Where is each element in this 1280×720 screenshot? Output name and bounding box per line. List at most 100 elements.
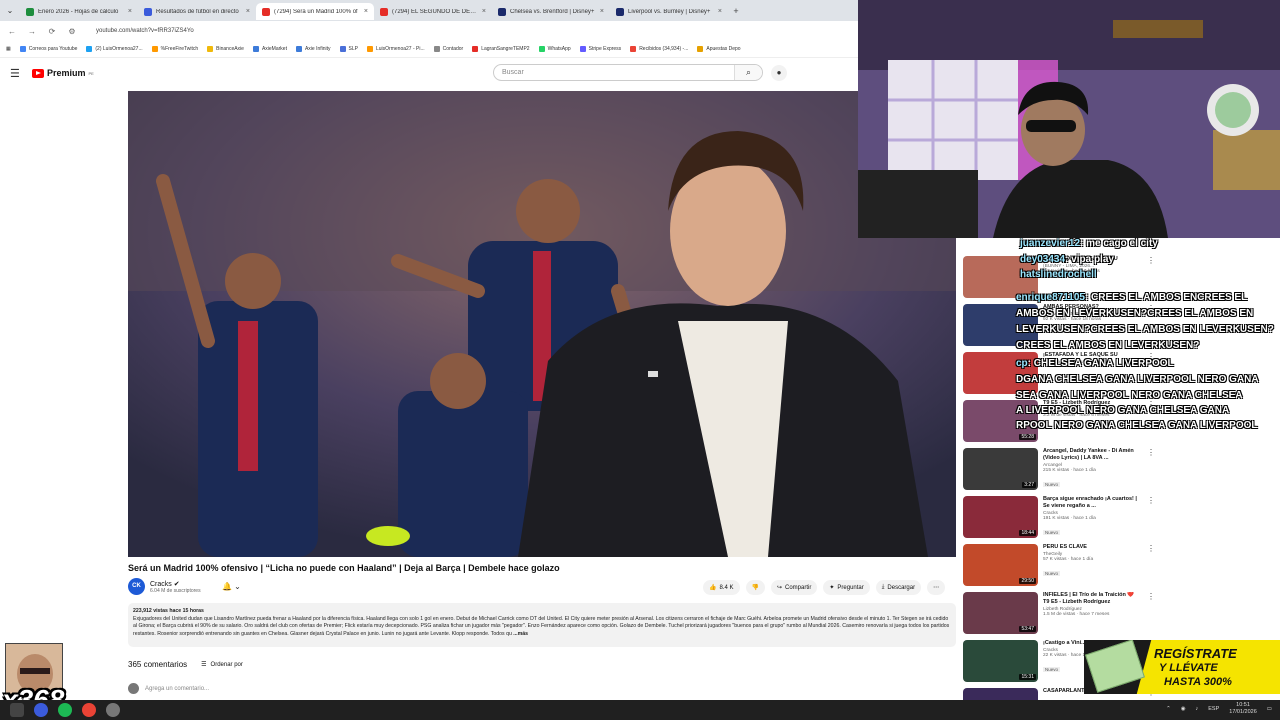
spotify-icon[interactable] bbox=[58, 703, 72, 717]
more-actions-button[interactable]: ⋯ bbox=[927, 580, 946, 595]
bookmark-item[interactable]: Contador bbox=[433, 46, 463, 52]
search-input[interactable]: Buscar ⌕ bbox=[493, 64, 763, 81]
bookmark-item[interactable]: %FreeFireTwitch bbox=[151, 46, 199, 52]
tab-close-icon[interactable]: × bbox=[364, 8, 368, 15]
bookmark-item[interactable]: LuisOrmenoa27 - Pi... bbox=[367, 46, 425, 52]
recommended-title[interactable]: Barça sigue enrachado ¡A cuartos! | Se v… bbox=[1043, 496, 1138, 510]
youtube-logo[interactable]: Premium PE bbox=[32, 68, 94, 78]
browser-tab[interactable]: (7294) EL SEGUNDO DE DEMBÉLÉ × bbox=[374, 3, 492, 20]
reload-icon[interactable]: ⟳ bbox=[46, 27, 58, 36]
chat-text: CREES EL AMBOS EN LEVERKUSEN? bbox=[1016, 340, 1200, 351]
recommended-video[interactable]: 18:44 Barça sigue enrachado ¡A cuartos! … bbox=[963, 496, 1273, 540]
video-thumbnail[interactable]: 18:44 bbox=[963, 496, 1038, 538]
browser-tab[interactable]: Resultados de fútbol en directo × bbox=[138, 3, 256, 20]
chat-message: RPOOL NERO GANA CHELSEA GANA LIVERPOOL bbox=[1016, 420, 1258, 431]
app-icon[interactable] bbox=[106, 703, 120, 717]
back-icon[interactable]: ← bbox=[6, 27, 18, 36]
bookmark-item[interactable]: BinanceAxie bbox=[207, 46, 244, 52]
chrome-icon[interactable] bbox=[82, 703, 96, 717]
views-and-date: 223,912 vistas hace 15 horas bbox=[133, 608, 204, 614]
bookmark-item[interactable]: Correos para Youtube bbox=[19, 46, 78, 52]
notifications-icon[interactable]: ▭ bbox=[1267, 706, 1272, 712]
show-more-link[interactable]: ...más bbox=[513, 631, 528, 637]
sort-label: Ordenar por bbox=[210, 661, 243, 668]
video-actions: 👍 8.4 K 👎 ↪ Compartir ✦ Preguntar ⤓ Descarga… bbox=[703, 580, 946, 595]
video-description[interactable]: 223,912 vistas hace 15 horas Exjugadores… bbox=[128, 603, 956, 647]
more-options-icon[interactable]: ⋮ bbox=[1147, 496, 1155, 540]
tab-close-icon[interactable]: × bbox=[246, 8, 250, 15]
bookmark-item[interactable]: LagranSangreTEMP2 bbox=[472, 46, 530, 52]
tab-favicon-icon bbox=[26, 7, 34, 16]
video-thumbnail[interactable]: 15:31 bbox=[963, 640, 1038, 682]
recommended-title[interactable]: PERÚ ES CLAVE bbox=[1043, 544, 1138, 551]
video-player[interactable] bbox=[128, 91, 956, 557]
share-button[interactable]: ↪ Compartir bbox=[770, 580, 818, 595]
sort-comments-button[interactable]: ☰ Ordenar por bbox=[201, 661, 243, 669]
apps-icon[interactable]: ▦ bbox=[6, 46, 11, 52]
browser-tab[interactable]: Enero 2026 - Hojas de cálculo × bbox=[20, 3, 138, 20]
obs-icon[interactable] bbox=[34, 703, 48, 717]
bookmark-favicon-icon bbox=[339, 46, 346, 52]
video-thumbnail[interactable] bbox=[963, 688, 1038, 700]
clock[interactable]: 10:51 17/01/2026 bbox=[1229, 702, 1257, 716]
more-options-icon[interactable]: ⋮ bbox=[1147, 544, 1155, 588]
site-info-icon[interactable]: ⚙ bbox=[66, 27, 78, 36]
browser-tab[interactable]: Liverpool vs. Burnley | Disney+ × bbox=[610, 3, 728, 20]
download-button[interactable]: ⤓ Descargar bbox=[875, 580, 922, 595]
sparkle-icon: ✦ bbox=[829, 585, 835, 591]
network-icon[interactable]: ◉ bbox=[1181, 706, 1186, 712]
forward-icon[interactable]: → bbox=[26, 27, 38, 36]
channel-info[interactable]: CK Cracks ✔ 6.04 M de suscriptores bbox=[128, 578, 201, 595]
recommended-title[interactable]: Arcangel, Daddy Yankee - Di Amén (Video … bbox=[1043, 448, 1138, 462]
volume-icon[interactable]: ♪ bbox=[1196, 706, 1199, 712]
channel-name-text: Cracks bbox=[150, 580, 172, 588]
like-button[interactable]: 👍 8.4 K bbox=[703, 580, 740, 595]
recommended-title[interactable]: INFIELES | El Trío de la Traición ❤️ T9 … bbox=[1043, 592, 1138, 606]
bookmark-item[interactable]: Recibidos (34,934) -... bbox=[630, 46, 688, 52]
promo-banner[interactable]: REGÍSTRATE Y LLÉVATE HASTA 300% bbox=[1084, 640, 1280, 694]
language-indicator[interactable]: ESP bbox=[1208, 706, 1219, 712]
new-badge: Nuevo bbox=[1043, 667, 1061, 672]
video-thumbnail[interactable]: 53:47 bbox=[963, 592, 1038, 634]
browser-tab[interactable]: (7294) Será un Madrid 100% of × bbox=[256, 3, 374, 20]
more-options-icon[interactable]: ⋮ bbox=[1147, 448, 1155, 492]
bookmark-item[interactable]: Apuestas Depo bbox=[697, 46, 741, 52]
new-tab-icon[interactable]: + bbox=[728, 6, 744, 16]
bookmark-favicon-icon bbox=[630, 46, 637, 52]
tray-chevron-icon[interactable]: ⌃ bbox=[1166, 706, 1171, 712]
tab-close-icon[interactable]: × bbox=[600, 8, 604, 15]
user-avatar bbox=[128, 683, 139, 694]
taskbar-app-icon[interactable] bbox=[10, 703, 24, 717]
tab-close-icon[interactable]: × bbox=[482, 8, 486, 15]
bookmark-favicon-icon bbox=[367, 46, 373, 52]
notifications-bell-icon[interactable]: 🔔 ⌄ bbox=[222, 582, 241, 591]
bookmark-item[interactable]: Stripe Express bbox=[579, 46, 621, 52]
bookmark-item[interactable]: AxieMarket bbox=[252, 46, 287, 52]
url-field[interactable]: youtube.com/watch?v=fRR37iZS4Yo bbox=[96, 28, 194, 34]
recommended-video[interactable]: 53:47 INFIELES | El Trío de la Traición … bbox=[963, 592, 1273, 636]
browser-tab[interactable]: Chelsea vs. Brentford | Disney+ × bbox=[492, 3, 610, 20]
video-thumbnail[interactable]: 3:27 bbox=[963, 448, 1038, 490]
bookmark-label: Correos para Youtube bbox=[28, 46, 78, 52]
bookmark-item[interactable]: (2) LuisOrmenoa27... bbox=[86, 46, 143, 52]
bookmark-item[interactable]: SLP bbox=[339, 46, 358, 52]
bookmark-item[interactable]: Axie Infinity bbox=[295, 46, 331, 52]
channel-name[interactable]: Cracks ✔ bbox=[150, 580, 201, 588]
dislike-button[interactable]: 👎 bbox=[745, 580, 765, 595]
more-options-icon[interactable]: ⋮ bbox=[1147, 592, 1155, 636]
bookmark-label: %FreeFireTwitch bbox=[160, 46, 199, 52]
search-icon[interactable]: ⌕ bbox=[734, 65, 762, 80]
channel-avatar[interactable]: CK bbox=[128, 578, 145, 595]
ask-button[interactable]: ✦ Preguntar bbox=[823, 580, 870, 595]
tab-close-icon[interactable]: × bbox=[718, 8, 722, 15]
tab-close-icon[interactable]: × bbox=[128, 8, 132, 15]
microphone-icon[interactable]: ● bbox=[771, 65, 787, 81]
recommended-video[interactable]: 3:27 Arcangel, Daddy Yankee - Di Amén (V… bbox=[963, 448, 1273, 492]
tab-search-icon[interactable]: ⌄ bbox=[0, 6, 20, 15]
video-thumbnail[interactable]: 29:50 bbox=[963, 544, 1038, 586]
bookmark-label: Axie Infinity bbox=[304, 46, 331, 52]
menu-icon[interactable]: ☰ bbox=[10, 67, 24, 80]
add-comment-input[interactable]: Agrega un comentario... bbox=[128, 683, 209, 694]
bookmark-item[interactable]: WhatsApp bbox=[538, 46, 571, 52]
recommended-video[interactable]: 29:50 PERÚ ES CLAVE TheGeily 57 K vistas… bbox=[963, 544, 1273, 588]
